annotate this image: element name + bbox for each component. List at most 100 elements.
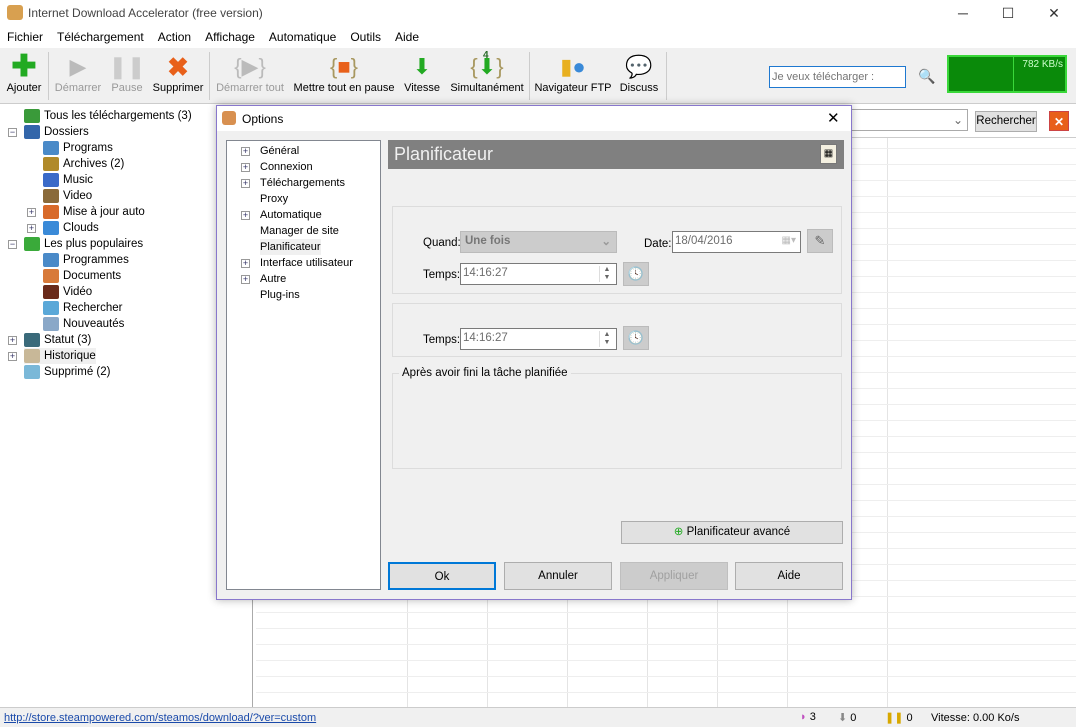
downloading-value: 0: [850, 712, 857, 724]
clock-button[interactable]: 🕓: [623, 326, 649, 350]
search-category-dropdown[interactable]: ⌄: [836, 109, 968, 131]
section-header: Planificateur ▦: [388, 140, 844, 169]
date-button[interactable]: ✎: [807, 229, 833, 253]
folder-icon: [43, 220, 59, 235]
pause-button[interactable]: ❚❚ Pause: [108, 52, 146, 102]
menu-telechargement[interactable]: Téléchargement: [50, 26, 151, 48]
expand-toggle[interactable]: +: [27, 208, 36, 217]
menu-automatique[interactable]: Automatique: [262, 26, 343, 48]
tree-item-label: Archives (2): [63, 158, 125, 170]
pause-all-button[interactable]: {■} Mettre tout en pause: [291, 52, 397, 102]
tree-item[interactable]: Statut (3): [24, 332, 91, 348]
options-nav-item[interactable]: Plug-ins: [260, 287, 300, 303]
date-input[interactable]: 18/04/2016 ▦▾: [672, 231, 801, 253]
expand-toggle[interactable]: +: [27, 224, 36, 233]
tree-item[interactable]: Mise à jour auto: [43, 204, 145, 220]
minimize-button[interactable]: ─: [940, 0, 986, 26]
clock-button[interactable]: 🕓: [623, 262, 649, 286]
dialog-close-button[interactable]: ✕: [827, 109, 840, 127]
options-nav-item[interactable]: Téléchargements: [260, 175, 345, 191]
expand-toggle[interactable]: +: [241, 259, 250, 268]
tree-item[interactable]: Programmes: [43, 252, 129, 268]
close-search-icon[interactable]: ✕: [1049, 111, 1069, 131]
cancel-button[interactable]: Annuler: [504, 562, 612, 590]
tree-item[interactable]: Music: [43, 172, 93, 188]
expand-toggle[interactable]: +: [8, 352, 17, 361]
tree-item[interactable]: Archives (2): [43, 156, 124, 172]
time-input[interactable]: 14:16:27 ▲ ▼: [460, 328, 617, 350]
time-spinner[interactable]: ▲ ▼: [599, 266, 614, 282]
tree-item-label: Historique: [44, 350, 96, 362]
expand-toggle[interactable]: +: [241, 275, 250, 284]
options-nav-item[interactable]: Interface utilisateur: [260, 255, 353, 271]
active-count: ◗ 3: [800, 711, 816, 723]
date-picker-icon[interactable]: ▦▾: [782, 235, 796, 246]
tree-item[interactable]: Documents: [43, 268, 121, 284]
menu-action[interactable]: Action: [151, 26, 198, 48]
options-nav-item[interactable]: Manager de site: [260, 223, 339, 239]
tree-item-label: Rechercher: [63, 302, 123, 314]
status-url[interactable]: http://store.steampowered.com/steamos/do…: [4, 712, 316, 724]
time-spinner[interactable]: ▲ ▼: [599, 331, 614, 347]
pause-icon: ❚❚: [108, 54, 146, 79]
tree-item[interactable]: Rechercher: [43, 300, 122, 316]
menu-fichier[interactable]: Fichier: [0, 26, 50, 48]
menu-outils[interactable]: Outils: [343, 26, 388, 48]
menu-affichage[interactable]: Affichage: [198, 26, 262, 48]
expand-toggle[interactable]: +: [241, 163, 250, 172]
tree-item[interactable]: Nouveautés: [43, 316, 124, 332]
quand-select[interactable]: Une fois ⌄: [460, 231, 617, 253]
options-nav-item[interactable]: Automatique: [260, 207, 322, 223]
start-button[interactable]: ▶ Démarrer: [52, 52, 104, 102]
time-input[interactable]: 14:16:27 ▲ ▼: [460, 263, 617, 285]
tree-item[interactable]: Vidéo: [43, 284, 92, 300]
expand-toggle[interactable]: +: [241, 211, 250, 220]
pause-all-label: Mettre tout en pause: [293, 82, 395, 94]
paused-value: 0: [906, 712, 913, 724]
expand-toggle[interactable]: −: [8, 128, 17, 137]
start-all-button[interactable]: {▶} Démarrer tout: [213, 52, 287, 102]
close-button[interactable]: ✕: [1031, 0, 1076, 26]
options-nav-item[interactable]: Proxy: [260, 191, 288, 207]
options-nav-item[interactable]: Autre: [260, 271, 286, 287]
options-nav-item[interactable]: Connexion: [260, 159, 313, 175]
apply-button[interactable]: Appliquer: [620, 562, 728, 590]
search-button[interactable]: Rechercher: [975, 111, 1037, 132]
toolbar: ✚ Ajouter ▶ Démarrer ❚❚ Pause ✖ Supprimer {▶…: [0, 48, 1076, 104]
folder-icon: [43, 172, 59, 187]
delete-button[interactable]: ✖ Supprimer: [150, 52, 206, 102]
menu-aide[interactable]: Aide: [388, 26, 426, 48]
speed-button[interactable]: ⬇ Vitesse: [401, 52, 443, 102]
tree-item[interactable]: Tous les téléchargements (3): [24, 108, 192, 124]
expand-toggle[interactable]: +: [241, 147, 250, 156]
options-nav-item[interactable]: Planificateur: [260, 239, 321, 255]
tree-item[interactable]: Clouds: [43, 220, 99, 236]
ok-button[interactable]: Ok: [388, 562, 496, 590]
folder-icon: [24, 364, 40, 379]
expand-toggle[interactable]: +: [8, 336, 17, 345]
temps-label: Temps:: [423, 334, 461, 346]
help-button[interactable]: Aide: [735, 562, 843, 590]
grid-row-line: [256, 676, 1076, 677]
options-nav-item[interactable]: Général: [260, 143, 299, 159]
schedule-start-group: Quand: Une fois ⌄ Date: 18/04/2016 ▦▾ ✎ Te…: [392, 206, 842, 294]
expand-toggle[interactable]: +: [241, 179, 250, 188]
discuss-button[interactable]: 💬 Discuss: [617, 52, 661, 102]
simultaneous-button[interactable]: {⬇} 4 Simultanément: [449, 50, 525, 102]
folder-icon: [24, 332, 40, 347]
expand-toggle[interactable]: −: [8, 240, 17, 249]
tree-item[interactable]: Les plus populaires: [24, 236, 143, 252]
add-button[interactable]: ✚ Ajouter: [4, 52, 44, 102]
tree-item[interactable]: Video: [43, 188, 92, 204]
maximize-button[interactable]: ☐: [985, 0, 1031, 26]
tree-item[interactable]: Dossiers: [24, 124, 89, 140]
tree-item[interactable]: Programs: [43, 140, 113, 156]
search-icon[interactable]: 🔍: [918, 68, 935, 85]
tree-item-label: Supprimé (2): [44, 366, 111, 378]
quick-download-input[interactable]: [769, 66, 906, 88]
tree-item[interactable]: Supprimé (2): [24, 364, 110, 380]
advanced-scheduler-button[interactable]: ⊕ Planificateur avancé: [621, 521, 843, 544]
ftp-button[interactable]: ▮● Navigateur FTP: [533, 52, 613, 102]
tree-item[interactable]: Historique: [24, 348, 96, 364]
play-icon: ▶: [69, 54, 87, 79]
